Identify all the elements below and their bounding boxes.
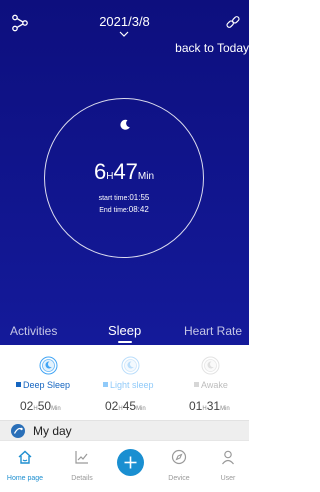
deep-sleep-swatch [16,382,21,387]
awake-icon [201,356,220,375]
end-time-value: 08:42 [128,205,149,214]
chart-icon [75,451,88,464]
nav-home-page[interactable]: Home page [5,441,45,492]
end-time-label: End time: [99,207,129,214]
chevron-down-icon[interactable] [119,31,129,38]
light-sleep-label: Light sleep [110,380,154,390]
add-button[interactable] [117,449,144,476]
deep-sleep-icon [39,356,58,375]
start-time-label: start time: [98,195,130,202]
sleep-hero-panel: 2021/3/8 back to Today 6H47Min start tim… [0,0,249,345]
my-day-label: My day [33,424,72,438]
awake-minutes: 31 [206,399,221,413]
deep-sleep-label: Deep Sleep [23,380,71,390]
tab-sleep[interactable]: Sleep [108,323,141,338]
nav-user-label: User [220,475,236,482]
start-time: start time:01:55 [45,193,203,202]
nav-device-label: Device [168,475,190,482]
awake-minutes-unit: Min [220,406,230,412]
awake-legend: Awake [194,380,228,390]
light-sleep-swatch [103,382,108,387]
total-sleep-duration: 6H47Min [45,159,203,185]
tab-active-indicator [118,341,132,343]
top-bar: 2021/3/8 back to Today [0,0,249,60]
light-sleep-hours: 02 [105,399,119,413]
start-time-value: 01:55 [129,193,150,202]
plus-icon [124,456,137,469]
deep-sleep-minutes-unit: Min [51,406,61,412]
tab-activities[interactable]: Activities [10,324,57,338]
nav-home-page-label: Home page [6,475,44,482]
date-selector[interactable]: 2021/3/8 [0,14,249,29]
moon-icon [120,119,130,130]
awake-swatch [194,382,199,387]
tab-heart-rate[interactable]: Heart Rate [184,324,242,338]
category-tabs: Activities Sleep Heart Rate [0,319,249,345]
light-sleep-icon [121,356,140,375]
light-sleep-minutes-unit: Min [136,406,146,412]
nav-device[interactable]: Device [159,441,199,492]
deep-sleep-minutes: 50 [37,399,52,413]
user-icon [222,450,234,465]
link-icon[interactable] [225,14,241,30]
home-icon [18,450,32,464]
deep-sleep-hours: 02 [20,399,34,413]
deep-sleep-legend: Deep Sleep [16,380,70,390]
awake-hours: 01 [189,399,203,413]
light-sleep-legend: Light sleep [103,380,154,390]
nav-user[interactable]: User [208,441,248,492]
nav-details[interactable]: Details [62,441,102,492]
light-sleep-minutes: 45 [122,399,137,413]
sleep-stage-summary: Deep Sleep 02H50Min Light sleep 02H45Min… [0,345,249,415]
sleep-duration-ring: 6H47Min start time:01:55 End time:08:42 [44,98,204,258]
end-time: End time:08:42 [45,205,203,214]
sleep-minutes-unit: Min [137,171,155,182]
back-to-today-button[interactable]: back to Today [175,41,249,55]
my-day-icon [11,424,25,438]
nav-details-label: Details [71,475,93,482]
my-day-section[interactable]: My day [0,420,249,440]
awake-label: Awake [201,380,228,390]
compass-icon [171,449,187,465]
bottom-navigation: Home page Details Device User [0,440,249,492]
deep-sleep-duration: 02H50Min [20,397,61,415]
sleep-minutes: 47 [113,159,138,184]
awake-duration: 01H31Min [189,397,230,415]
light-sleep-duration: 02H45Min [105,397,146,415]
sleep-hours: 6 [93,159,107,184]
